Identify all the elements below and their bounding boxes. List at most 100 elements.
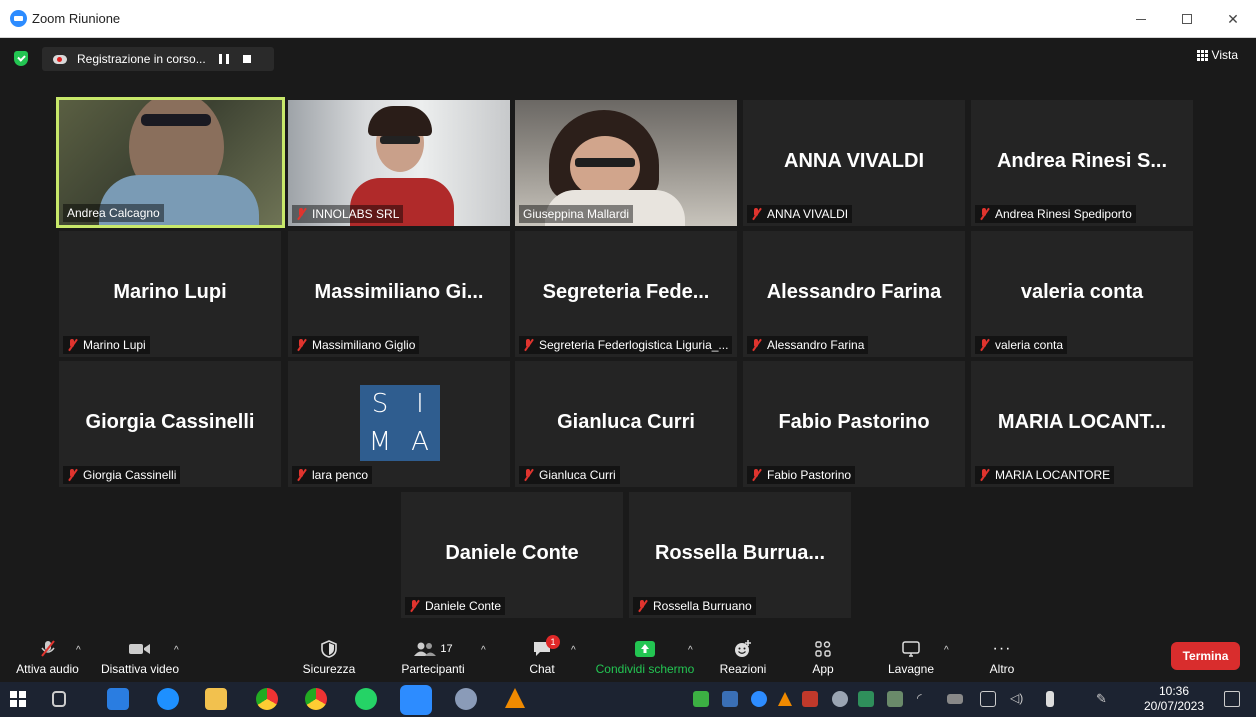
- edge-browser-icon[interactable]: [157, 688, 179, 710]
- participant-tile[interactable]: Giorgia Cassinelli Giorgia Cassinelli: [59, 361, 281, 487]
- maximize-icon: [1182, 14, 1192, 24]
- participant-tile[interactable]: valeria conta valeria conta: [971, 231, 1193, 357]
- notifications-icon[interactable]: [1224, 691, 1240, 707]
- chat-unread-badge: 1: [546, 635, 560, 649]
- participant-tile[interactable]: Gianluca Curri Gianluca Curri: [515, 361, 737, 487]
- participant-tile[interactable]: ANNA VIVALDI ANNA VIVALDI: [743, 100, 965, 226]
- close-icon: ✕: [1227, 10, 1239, 27]
- tray-antivirus-icon[interactable]: [832, 691, 848, 707]
- participants-button[interactable]: 17 ^ Partecipanti: [397, 635, 486, 682]
- tray-vlc-icon[interactable]: [778, 692, 792, 706]
- pause-recording-button[interactable]: [219, 54, 229, 64]
- end-meeting-button[interactable]: Termina: [1171, 642, 1240, 670]
- participants-count: 17: [440, 643, 453, 655]
- clock-time: 10:36: [1158, 684, 1190, 698]
- grid-icon: [1196, 49, 1208, 61]
- chrome-profile-icon[interactable]: [305, 688, 327, 710]
- paint-app-icon[interactable]: [455, 688, 477, 710]
- tray-calendar-icon[interactable]: [802, 691, 818, 707]
- participant-tile[interactable]: S I M A lara penco: [288, 361, 510, 487]
- security-button[interactable]: Sicurezza: [301, 635, 357, 682]
- apps-button[interactable]: App: [808, 635, 838, 682]
- participant-name-label: Fabio Pastorino: [747, 466, 856, 484]
- encryption-shield-icon[interactable]: [14, 51, 28, 66]
- participant-display-name: Rossella Burrua...: [654, 542, 826, 564]
- mic-muted-icon: [979, 469, 990, 481]
- unmute-audio-button[interactable]: ^ Attiva audio: [10, 635, 85, 682]
- windows-start-icon[interactable]: [10, 691, 26, 707]
- participants-options-chevron-icon[interactable]: ^: [481, 645, 486, 656]
- participant-name-label: ANNA VIVALDI: [747, 205, 853, 223]
- participant-tile[interactable]: Andrea Rinesi S... Andrea Rinesi Spedipo…: [971, 100, 1193, 226]
- task-view-icon[interactable]: [52, 691, 66, 707]
- volume-icon[interactable]: ◁): [1010, 691, 1026, 707]
- participant-name-label: Segreteria Federlogistica Liguria_...: [519, 336, 733, 354]
- minimize-button[interactable]: [1118, 0, 1164, 38]
- system-clock[interactable]: 10:36 20/07/2023: [1140, 684, 1208, 714]
- calendar-app-icon[interactable]: [107, 688, 129, 710]
- pen-icon[interactable]: ✎: [1096, 691, 1112, 707]
- maximize-button[interactable]: [1164, 0, 1210, 38]
- chat-button[interactable]: 1 ^ Chat: [525, 635, 576, 682]
- vlc-icon[interactable]: [505, 688, 525, 708]
- mic-muted-icon: [296, 208, 307, 220]
- participant-name-label: MARIA LOCANTORE: [975, 466, 1115, 484]
- mic-muted-icon: [67, 469, 78, 481]
- participant-tile[interactable]: Andrea Calcagno: [56, 97, 285, 228]
- mic-muted-icon: [296, 469, 307, 481]
- participant-name-label: Giuseppina Mallardi: [519, 205, 634, 223]
- whiteboards-options-chevron-icon[interactable]: ^: [944, 645, 949, 656]
- sima-logo: S I M A: [360, 385, 440, 461]
- tray-zoom-icon[interactable]: [751, 691, 767, 707]
- share-screen-button[interactable]: ^ Condividi schermo: [592, 635, 698, 682]
- participant-tile[interactable]: Fabio Pastorino Fabio Pastorino: [743, 361, 965, 487]
- mic-muted-icon: [751, 339, 762, 351]
- windows-taskbar: ◜ ◁) ✎ 10:36 20/07/2023: [0, 682, 1256, 717]
- participant-name-label: Daniele Conte: [405, 597, 506, 615]
- participant-tile[interactable]: Daniele Conte Daniele Conte: [401, 492, 623, 618]
- stop-recording-button[interactable]: [243, 55, 251, 63]
- participant-tile[interactable]: INNOLABS SRL: [288, 100, 510, 226]
- stop-video-button[interactable]: ^ Disattiva video: [99, 635, 181, 682]
- chrome-icon[interactable]: [256, 688, 278, 710]
- close-button[interactable]: ✕: [1210, 0, 1256, 38]
- zoom-app-icon: [10, 10, 27, 27]
- video-camera-icon: [128, 639, 152, 659]
- participant-name-label: Andrea Calcagno: [63, 204, 164, 222]
- participant-tile[interactable]: Rossella Burrua... Rossella Burruano: [629, 492, 851, 618]
- participant-name-label: lara penco: [292, 466, 373, 484]
- file-explorer-icon[interactable]: [205, 688, 227, 710]
- participant-tile[interactable]: Massimiliano Gi... Massimiliano Giglio: [288, 231, 510, 357]
- battery-icon[interactable]: [947, 694, 963, 704]
- mic-muted-icon: [38, 639, 58, 659]
- tray-network-app-icon[interactable]: [887, 691, 903, 707]
- tray-security-icon[interactable]: [858, 691, 874, 707]
- participant-tile[interactable]: Alessandro Farina Alessandro Farina: [743, 231, 965, 357]
- whiteboards-button[interactable]: ^ Lavagne: [886, 635, 949, 682]
- chat-options-chevron-icon[interactable]: ^: [571, 645, 576, 656]
- view-button[interactable]: Vista: [1196, 48, 1238, 62]
- tray-check-icon[interactable]: [693, 691, 709, 707]
- wifi-icon[interactable]: ◜: [917, 691, 933, 707]
- reactions-button[interactable]: Reazioni: [718, 635, 768, 682]
- minimize-icon: [1136, 18, 1146, 20]
- participants-icon: 17: [413, 639, 453, 659]
- window-title-bar: Zoom Riunione ✕: [0, 0, 1256, 38]
- participant-tile[interactable]: MARIA LOCANT... MARIA LOCANTORE: [971, 361, 1193, 487]
- participant-tile[interactable]: Giuseppina Mallardi: [515, 100, 737, 226]
- participant-tile[interactable]: Marino Lupi Marino Lupi: [59, 231, 281, 357]
- usb-drive-icon[interactable]: [1046, 691, 1054, 707]
- audio-options-chevron-icon[interactable]: ^: [76, 645, 81, 656]
- more-button[interactable]: ··· Altro: [984, 635, 1020, 682]
- mic-muted-icon: [979, 208, 990, 220]
- video-options-chevron-icon[interactable]: ^: [174, 645, 179, 656]
- participant-tile[interactable]: Segreteria Fede... Segreteria Federlogis…: [515, 231, 737, 357]
- participant-display-name: Segreteria Fede...: [542, 281, 710, 303]
- tray-app-icon[interactable]: [722, 691, 738, 707]
- display-icon[interactable]: [980, 691, 996, 707]
- share-options-chevron-icon[interactable]: ^: [688, 645, 693, 656]
- participant-display-name: Alessandro Farina: [766, 281, 942, 303]
- participant-display-name: Marino Lupi: [113, 281, 227, 303]
- zoom-taskbar-icon[interactable]: [400, 685, 432, 715]
- whatsapp-icon[interactable]: [355, 688, 377, 710]
